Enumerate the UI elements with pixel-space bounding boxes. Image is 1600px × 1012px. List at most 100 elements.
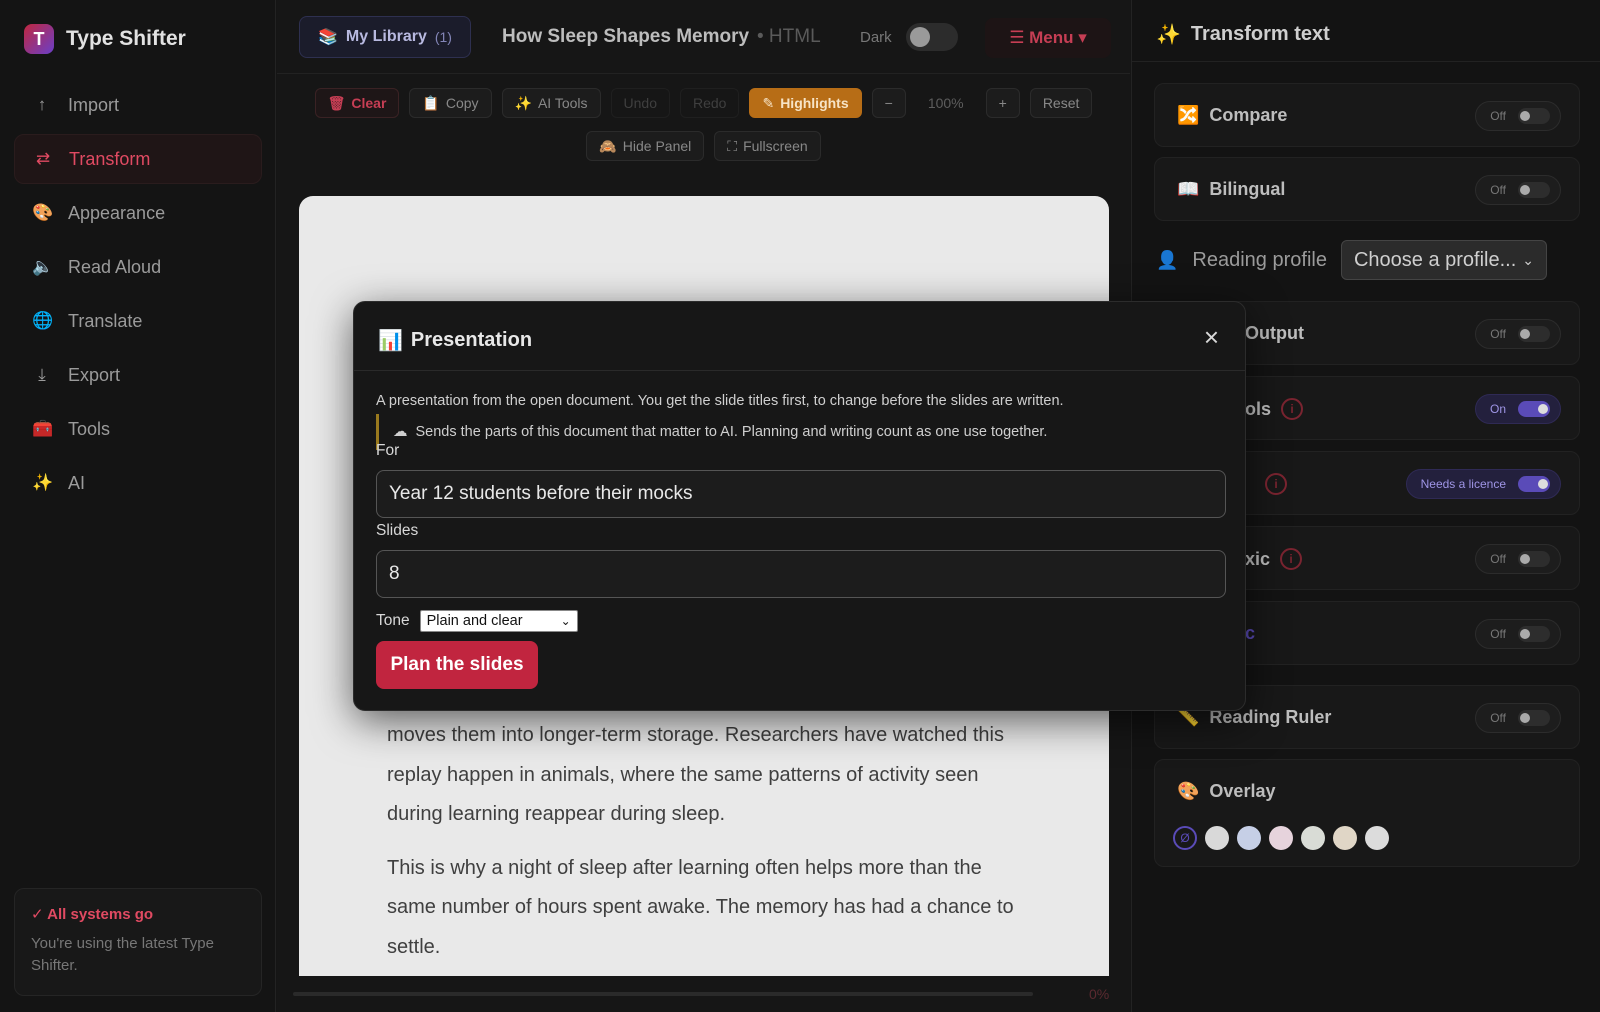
sidebar-item-label: Read Aloud xyxy=(68,256,162,277)
document-title: How Sleep Shapes Memory xyxy=(502,26,750,47)
reading-ruler-toggle[interactable]: Off xyxy=(1475,703,1561,733)
sidebar-item-ai[interactable]: ✨ AI xyxy=(14,458,262,508)
palette-icon: 🎨 xyxy=(1177,781,1200,801)
close-icon[interactable]: × xyxy=(1204,324,1219,350)
reading-profile-select[interactable]: Choose a profile... ⌄ xyxy=(1340,240,1547,280)
hide-panel-button[interactable]: 🙈 Hide Panel xyxy=(586,131,705,161)
sidebar-item-label: Appearance xyxy=(68,202,166,223)
copy-label: Copy xyxy=(445,95,479,111)
audience-input[interactable]: Year 12 students before their mocks xyxy=(376,470,1226,518)
option-label-text: xic xyxy=(1245,548,1271,569)
clear-button[interactable]: 🗑 Clear xyxy=(314,88,400,118)
compare-toggle[interactable]: Off xyxy=(1475,101,1561,131)
presentation-dialog: 📊 Presentation × A presentation from the… xyxy=(353,301,1246,711)
sidebar-item-appearance[interactable]: 🎨 Appearance xyxy=(14,188,262,238)
zoom-in-button[interactable]: + xyxy=(985,88,1020,118)
sidebar-item-export[interactable]: ⤓ Export xyxy=(14,350,262,400)
sidebar-item-label: Transform xyxy=(69,148,151,169)
sparkle-icon: ✨ xyxy=(514,94,532,111)
reset-button[interactable]: Reset xyxy=(1029,88,1093,118)
highlights-button[interactable]: ✎ Highlights xyxy=(749,88,862,118)
fullscreen-button[interactable]: ⛶ Fullscreen xyxy=(714,131,821,161)
option-toggle[interactable]: On xyxy=(1474,394,1561,424)
tone-value: Plain and clear xyxy=(426,613,523,629)
sidebar-item-tools[interactable]: 🧰 Tools xyxy=(14,404,262,454)
overlay-label-text: Overlay xyxy=(1209,781,1276,801)
upload-icon: ↑ xyxy=(37,95,47,114)
info-icon[interactable]: i xyxy=(1280,548,1303,570)
toggle-switch xyxy=(1518,182,1550,198)
licence-toggle[interactable]: Needs a licence xyxy=(1405,469,1561,499)
overlay-swatch[interactable] xyxy=(1301,826,1325,850)
dark-mode-toggle[interactable] xyxy=(906,23,958,51)
speaker-icon: 🔈 xyxy=(32,257,54,276)
menu-button[interactable]: ☰ Menu ▾ xyxy=(985,18,1111,58)
status-title: ✓ All systems go xyxy=(31,906,154,923)
option-toggle[interactable]: Off xyxy=(1475,544,1561,574)
redo-button[interactable]: Redo xyxy=(679,88,740,118)
overlay-swatch[interactable] xyxy=(1269,826,1293,850)
overlay-swatch[interactable] xyxy=(1237,826,1261,850)
info-icon[interactable]: i xyxy=(1265,473,1287,495)
document-text[interactable]: moves them into longer-term storage. Res… xyxy=(387,716,1027,981)
info-icon[interactable]: i xyxy=(1281,398,1304,420)
fullscreen-label: Fullscreen xyxy=(743,138,808,154)
plan-slides-button[interactable]: Plan the slides xyxy=(376,641,538,689)
palette-icon: 🎨 xyxy=(32,203,54,222)
option-label-text: c xyxy=(1245,623,1256,643)
overlay-swatch[interactable] xyxy=(1365,826,1389,850)
trash-icon: 🗑 xyxy=(327,94,346,111)
bilingual-label-text: Bilingual xyxy=(1209,179,1286,199)
copy-button[interactable]: 📋 Copy xyxy=(409,88,492,118)
library-count: (1) xyxy=(434,29,452,45)
sidebar-item-transform[interactable]: ⇄ Transform xyxy=(14,134,262,184)
option-label: xic i xyxy=(1245,548,1303,570)
cloud-icon: ☁ xyxy=(393,424,408,440)
overlay-swatch[interactable] xyxy=(1333,826,1357,850)
option-label-text: Output xyxy=(1245,323,1304,343)
tone-row: Tone Plain and clear ⌄ xyxy=(376,610,578,632)
globe-icon: 🌐 xyxy=(32,311,54,330)
ai-tools-button[interactable]: ✨ AI Tools xyxy=(501,88,601,118)
chevron-down-icon: ⌄ xyxy=(560,614,571,628)
option-label: ols i xyxy=(1245,398,1304,420)
sidebar-item-import[interactable]: ↑ Import xyxy=(14,80,262,130)
person-icon: 👤 xyxy=(1156,249,1179,270)
sidebar-item-translate[interactable]: 🌐 Translate xyxy=(14,296,262,346)
slides-label: Slides xyxy=(376,522,419,539)
clear-label: Clear xyxy=(351,95,387,111)
zoom-out-button[interactable]: − xyxy=(871,88,906,118)
toggle-switch xyxy=(1518,551,1550,567)
toggle-switch xyxy=(1518,108,1550,124)
brand[interactable]: T Type Shifter xyxy=(24,24,186,54)
library-label: My Library xyxy=(345,28,427,45)
undo-button[interactable]: Undo xyxy=(610,88,670,118)
tone-label: Tone xyxy=(376,612,410,629)
tone-select[interactable]: Plain and clear ⌄ xyxy=(419,610,578,632)
sidebar-item-read-aloud[interactable]: 🔈 Read Aloud xyxy=(14,242,262,292)
reading-profile-value: Choose a profile... xyxy=(1353,248,1517,271)
fullscreen-icon: ⛶ xyxy=(727,137,738,154)
option-toggle[interactable]: Off xyxy=(1475,619,1561,649)
slides-count-input[interactable]: 8 xyxy=(376,550,1226,598)
swap-icon: ⇄ xyxy=(35,149,51,168)
sidebar-item-label: AI xyxy=(68,472,86,493)
option-label: Output xyxy=(1245,323,1304,344)
bilingual-label: 📖 Bilingual xyxy=(1177,179,1285,200)
option-toggle[interactable]: Off xyxy=(1475,319,1561,349)
overlay-card: 🎨 Overlay Ø xyxy=(1154,759,1580,867)
sidebar-nav: ↑ Import ⇄ Transform 🎨 Appearance 🔈 Read… xyxy=(14,80,262,512)
my-library-button[interactable]: 📚 My Library (1) xyxy=(299,16,471,58)
option-label-text: ols xyxy=(1245,398,1272,419)
divider xyxy=(1132,61,1600,62)
overlay-none-swatch[interactable]: Ø xyxy=(1173,826,1197,850)
ai-usage-note-text: Sends the parts of this document that ma… xyxy=(415,424,1048,440)
bilingual-toggle[interactable]: Off xyxy=(1475,175,1561,205)
compare-card: 🔀 Compare Off xyxy=(1154,83,1580,147)
dialog-header: 📊 Presentation × xyxy=(354,302,1245,371)
toggle-switch xyxy=(1518,476,1550,492)
hide-icon: 🙈 xyxy=(599,137,617,154)
reading-profile-row: 👤 Reading profile Choose a profile... ⌄ xyxy=(1156,240,1547,280)
overlay-swatch[interactable] xyxy=(1205,826,1229,850)
download-icon: ⤓ xyxy=(38,365,46,384)
